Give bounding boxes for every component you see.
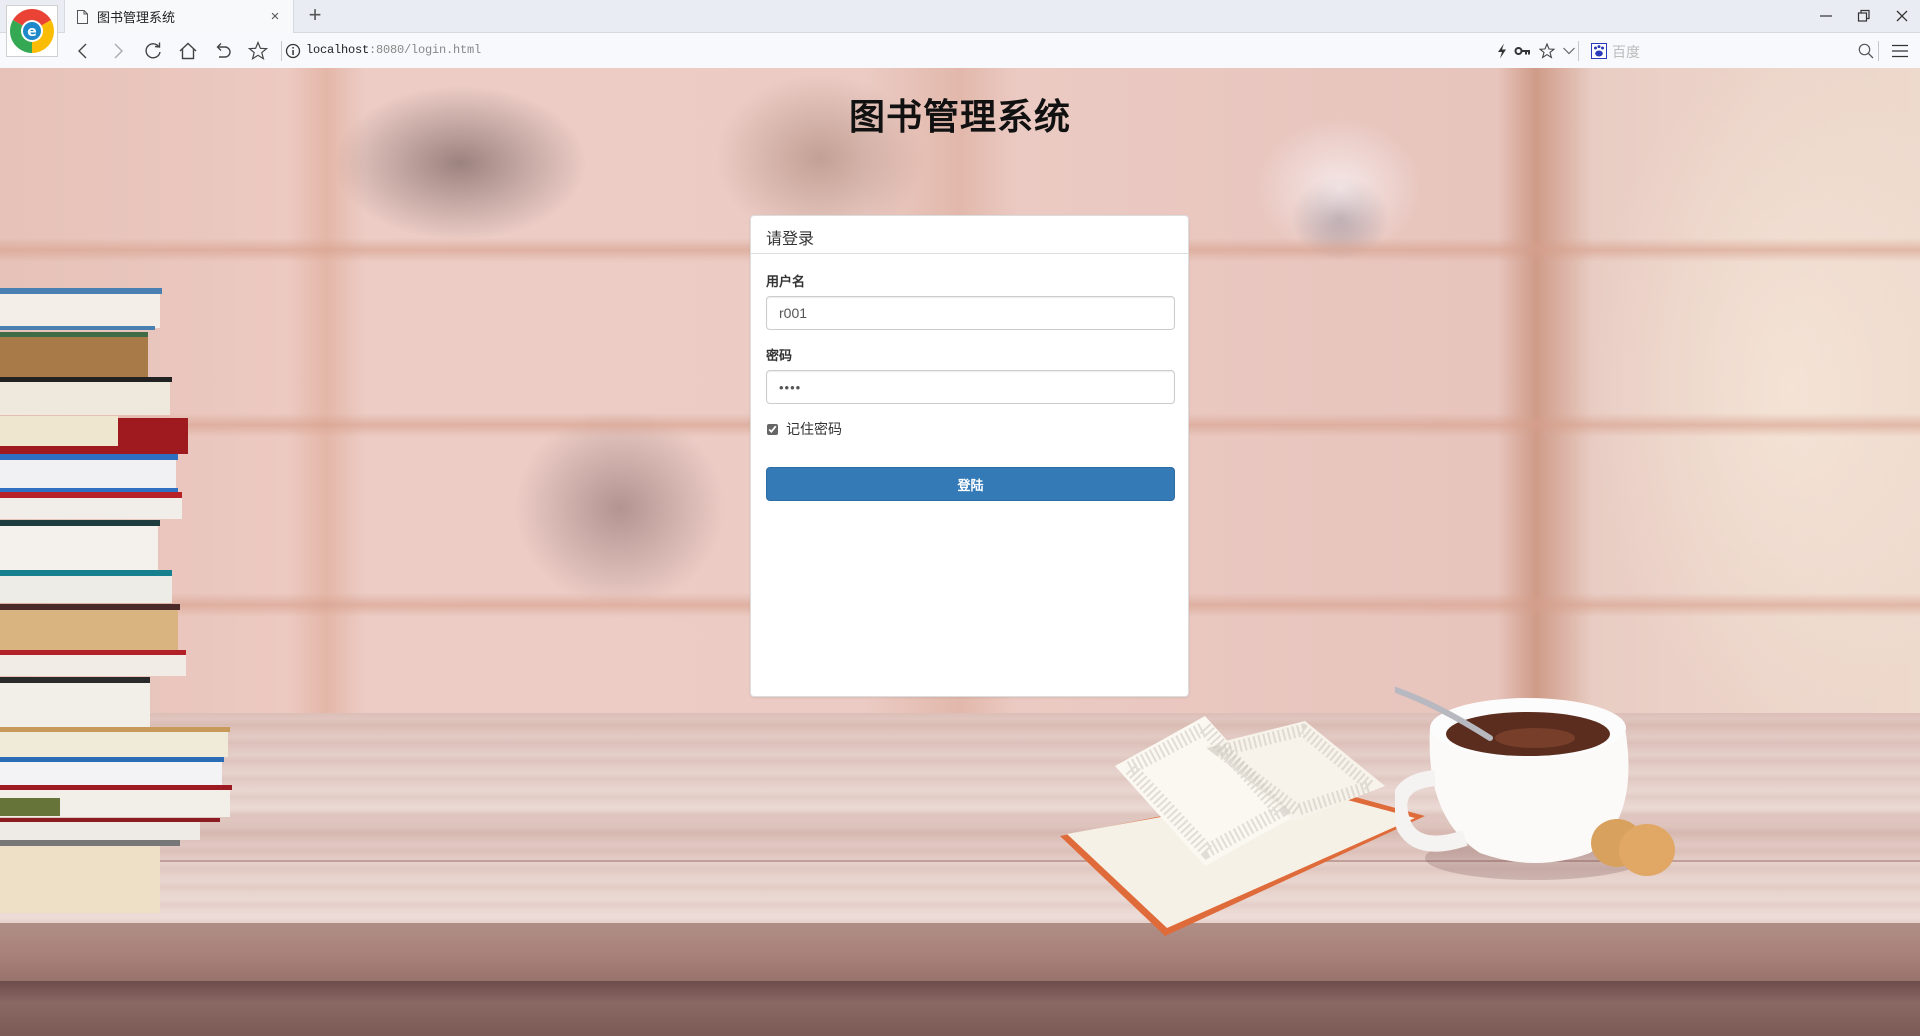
- password-label: 密码: [766, 348, 793, 363]
- undo-icon: [216, 43, 231, 58]
- browser-logo[interactable]: e: [6, 5, 58, 57]
- remember-password-label[interactable]: 记住密码: [786, 419, 842, 439]
- forward-button[interactable]: [105, 38, 131, 64]
- search-button[interactable]: [1853, 38, 1879, 64]
- site-info-button[interactable]: [280, 38, 306, 64]
- browser-tab[interactable]: 图书管理系统 ×: [64, 0, 294, 33]
- back-button[interactable]: [70, 38, 96, 64]
- menu-icon: [1892, 44, 1908, 58]
- document-icon: [77, 9, 88, 24]
- restore-icon: [1857, 9, 1870, 22]
- search-engine-selector[interactable]: [1586, 38, 1612, 64]
- login-page-background: 图书管理系统 请登录 用户名 密码 记住密码 登陆: [0, 68, 1920, 1036]
- stacked-books: [0, 288, 232, 913]
- back-icon: [78, 43, 87, 59]
- minimize-icon: [1820, 15, 1832, 17]
- key-icon: [1514, 47, 1530, 55]
- url-field[interactable]: localhost:8080/login.html: [306, 43, 481, 57]
- password-input[interactable]: [766, 370, 1175, 404]
- reload-button[interactable]: [140, 38, 166, 64]
- bookmark-button[interactable]: [245, 38, 271, 64]
- book-stack-illustration: [0, 288, 232, 913]
- url-host: localhost: [306, 43, 370, 57]
- login-panel-heading: 请登录: [751, 216, 1188, 254]
- login-form: 用户名 密码 记住密码 登陆: [751, 254, 1188, 516]
- remember-password-checkbox[interactable]: [767, 423, 778, 435]
- svg-text:e: e: [27, 24, 37, 40]
- baidu-paw-icon: [1591, 43, 1607, 59]
- star-icon: [248, 41, 268, 61]
- remember-password-row: 记住密码: [766, 419, 1173, 439]
- chevron-down-icon: [1563, 47, 1575, 55]
- browser-logo-icon: e: [10, 9, 54, 53]
- coffee-cup-illustration: [1395, 686, 1675, 880]
- search-box[interactable]: 百度: [1612, 42, 1640, 62]
- password-manager-button[interactable]: [1510, 38, 1536, 64]
- minimize-button[interactable]: [1806, 0, 1846, 32]
- browser-tab-bar: 图书管理系统 × +: [0, 0, 1920, 33]
- new-tab-button[interactable]: +: [304, 4, 326, 28]
- address-toolbar: localhost:8080/login.html 百度: [0, 33, 1920, 68]
- home-button[interactable]: [175, 38, 201, 64]
- close-window-button[interactable]: [1882, 0, 1920, 32]
- toolbar-divider: [1578, 41, 1579, 61]
- toolbar-divider: [1878, 41, 1879, 61]
- tab-title: 图书管理系统: [97, 10, 176, 25]
- info-icon: [285, 43, 301, 59]
- reload-icon: [145, 42, 161, 59]
- login-button[interactable]: 登陆: [766, 467, 1175, 501]
- undo-button[interactable]: [210, 38, 236, 64]
- menu-button[interactable]: [1887, 38, 1913, 64]
- username-input[interactable]: [766, 296, 1175, 330]
- app-title: 图书管理系统: [848, 97, 1071, 138]
- close-icon: [1896, 10, 1908, 22]
- wooden-table-front: [0, 923, 1920, 981]
- wooden-table-bottom: [0, 981, 1920, 1036]
- url-path: :8080/login.html: [369, 43, 482, 57]
- restore-button[interactable]: [1844, 0, 1884, 32]
- login-panel: 请登录 用户名 密码 记住密码 登陆: [750, 215, 1189, 697]
- tab-close-icon[interactable]: ×: [265, 8, 285, 25]
- favorite-star-icon: [1539, 43, 1555, 59]
- username-label: 用户名: [766, 274, 806, 289]
- home-icon: [179, 42, 197, 60]
- search-icon: [1858, 43, 1874, 59]
- forward-icon: [114, 43, 123, 59]
- bolt-icon: [1498, 43, 1506, 59]
